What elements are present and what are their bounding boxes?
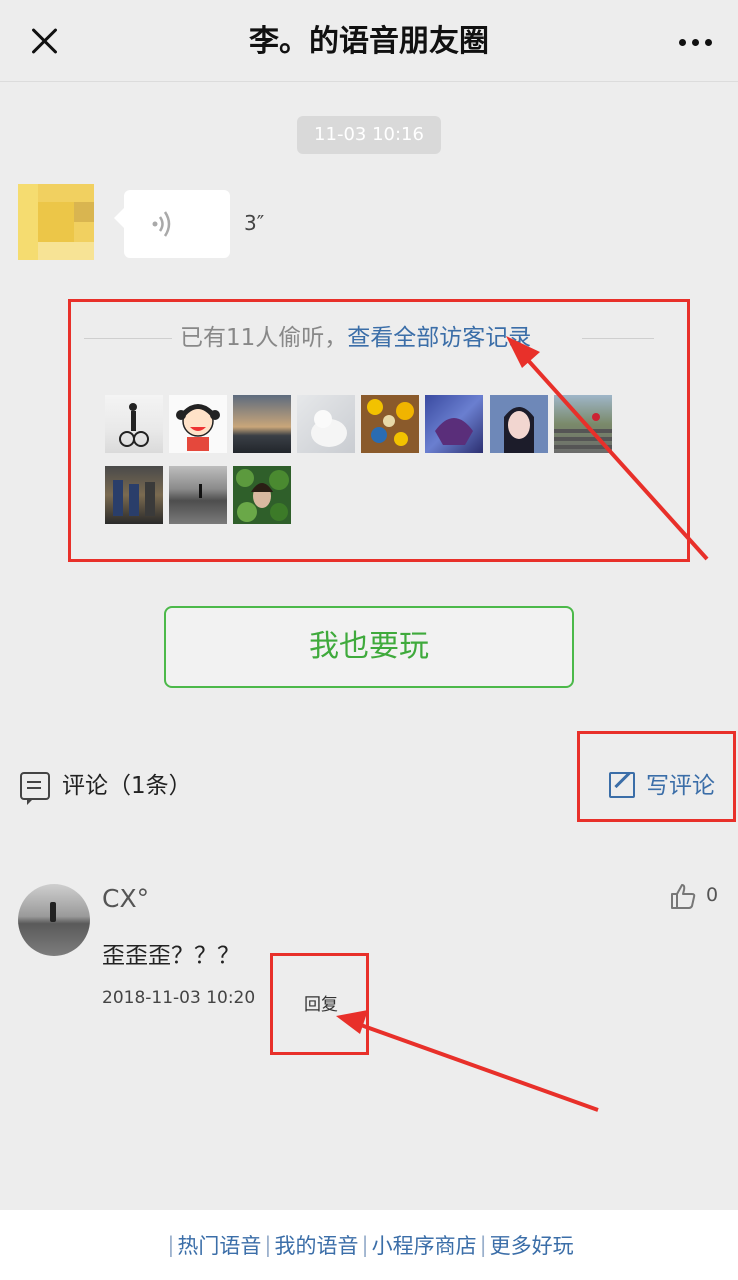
thumbs-up-icon[interactable] bbox=[669, 882, 697, 910]
comment-text: 歪歪歪？？？ bbox=[102, 943, 240, 969]
separator: | bbox=[264, 1233, 272, 1257]
my-voices-link[interactable]: 我的语音 bbox=[275, 1230, 359, 1260]
hot-voices-link[interactable]: 热门语音 bbox=[177, 1230, 261, 1260]
avatar[interactable] bbox=[18, 184, 94, 260]
close-icon[interactable] bbox=[22, 20, 66, 64]
message-timestamp: 11-03 10:16 bbox=[297, 116, 441, 154]
like-count: 0 bbox=[706, 884, 719, 906]
mini-program-store-link[interactable]: 小程序商店 bbox=[372, 1230, 477, 1260]
highlight-box-visitors bbox=[68, 299, 690, 562]
separator: | bbox=[361, 1233, 369, 1257]
voice-duration: 3″ bbox=[244, 211, 265, 235]
separator: | bbox=[479, 1233, 487, 1257]
separator: | bbox=[167, 1233, 175, 1257]
me-too-button[interactable]: 我也要玩 bbox=[164, 606, 574, 688]
comment-date: 2018-11-03 10:20 bbox=[102, 988, 256, 1008]
page-title: 李。的语音朋友圈 bbox=[249, 24, 489, 59]
highlight-box-write-comment bbox=[577, 731, 736, 822]
comment-icon bbox=[20, 772, 50, 805]
bottom-links: | 热门语音 | 我的语音 | 小程序商店 | 更多好玩 bbox=[0, 1210, 738, 1280]
highlight-box-reply bbox=[270, 953, 369, 1055]
more-fun-link[interactable]: 更多好玩 bbox=[490, 1230, 574, 1260]
comment-author[interactable]: CX° bbox=[102, 884, 149, 913]
more-options-icon[interactable] bbox=[670, 24, 720, 60]
comments-count-label: 评论（1条） bbox=[62, 773, 192, 799]
avatar[interactable] bbox=[18, 884, 90, 956]
voice-wave-icon bbox=[152, 211, 171, 237]
